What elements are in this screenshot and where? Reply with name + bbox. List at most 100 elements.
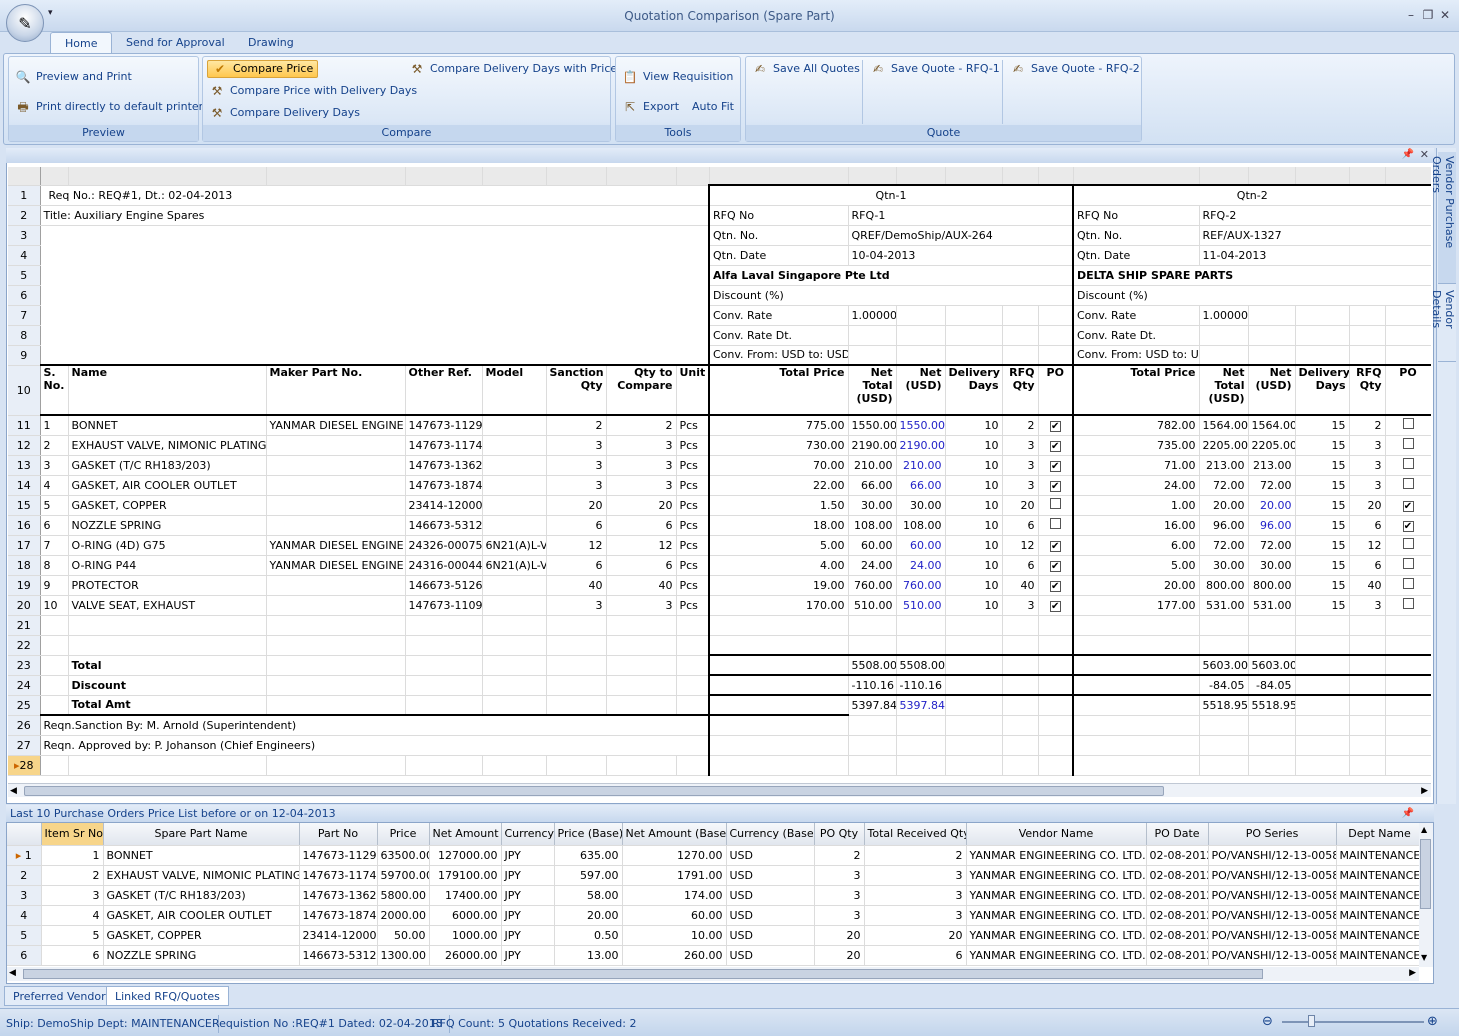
total-price[interactable]: 18.00: [708, 515, 849, 536]
row-header[interactable]: 12: [8, 435, 41, 456]
net-total[interactable]: 510.00: [848, 595, 897, 616]
po-cell[interactable]: USD: [726, 885, 815, 906]
cell[interactable]: [1002, 715, 1039, 736]
qtn1-vendor[interactable]: Alfa Laval Singapore Pte Ltd: [708, 265, 1074, 286]
cell[interactable]: [848, 325, 897, 346]
checkbox[interactable]: ✔: [1049, 460, 1061, 472]
po-cell[interactable]: 63500.00: [377, 845, 430, 866]
po-cell[interactable]: GASKET (T/C RH183/203): [103, 885, 300, 906]
po-cell[interactable]: MAINTENANCE: [1336, 845, 1419, 866]
rfq-qty[interactable]: 3: [1349, 475, 1386, 496]
qtn1-conv-rate[interactable]: 1.000000: [848, 305, 897, 326]
column-header[interactable]: [676, 167, 710, 186]
cell[interactable]: [482, 655, 547, 676]
item-unit[interactable]: Pcs: [676, 414, 710, 436]
cell[interactable]: [546, 615, 607, 636]
row-header[interactable]: 3: [7, 885, 42, 906]
po-checkbox[interactable]: [1385, 435, 1431, 456]
item-sanction-qty[interactable]: 3: [546, 435, 607, 456]
row-header[interactable]: 1: [8, 185, 41, 206]
item-unit[interactable]: Pcs: [676, 435, 710, 456]
po-cell[interactable]: 59700.00: [377, 865, 430, 886]
item-other-ref[interactable]: 147673-11090: [405, 595, 483, 616]
zoom-in-icon[interactable]: ⊕: [1427, 1014, 1438, 1029]
column-header[interactable]: [68, 167, 267, 186]
application-menu-button[interactable]: ✎: [6, 4, 44, 42]
net-usd[interactable]: 30.00: [1248, 555, 1296, 576]
qtn-no-label[interactable]: Qtn. No.: [708, 225, 849, 246]
cell[interactable]: [1038, 735, 1074, 756]
cell[interactable]: [266, 635, 406, 656]
po-checkbox[interactable]: [1385, 455, 1431, 476]
cell[interactable]: [1072, 755, 1200, 776]
total-price[interactable]: 6.00: [1072, 535, 1200, 556]
item-qty[interactable]: 12: [606, 535, 677, 556]
po-cell[interactable]: 5800.00: [377, 885, 430, 906]
cell[interactable]: [1349, 345, 1386, 366]
total-value[interactable]: -84.05: [1199, 674, 1249, 696]
export-button[interactable]: ⇱ Export: [622, 98, 679, 116]
cell[interactable]: [1295, 755, 1350, 776]
qtn2-date[interactable]: 11-04-2013: [1199, 245, 1431, 266]
item-maker[interactable]: [266, 515, 406, 536]
column-header[interactable]: [546, 167, 607, 186]
cell[interactable]: [482, 615, 547, 636]
cell[interactable]: [606, 755, 677, 776]
po-cell[interactable]: 3: [864, 865, 967, 886]
cell[interactable]: [1349, 635, 1386, 656]
row-header[interactable]: 10: [8, 365, 41, 416]
cell[interactable]: [405, 755, 483, 776]
col-po[interactable]: PO: [1385, 364, 1431, 416]
po-cell[interactable]: 127000.00: [429, 845, 502, 866]
cell[interactable]: [1002, 615, 1039, 636]
item-sno[interactable]: 4: [40, 475, 69, 496]
item-sno[interactable]: 1: [40, 414, 69, 436]
item-other-ref[interactable]: 147673-11740: [405, 435, 483, 456]
cell[interactable]: [1072, 674, 1200, 696]
rfq-qty[interactable]: 6: [1002, 555, 1039, 576]
item-model[interactable]: [482, 414, 547, 436]
cell[interactable]: [266, 675, 406, 696]
col-net-usd[interactable]: Net (USD): [896, 364, 946, 416]
cell[interactable]: [708, 694, 849, 716]
po-column-header[interactable]: Total Received Qty: [864, 823, 967, 846]
preview-print-button[interactable]: 🔍 Preview and Print: [15, 68, 132, 86]
po-checkbox[interactable]: [1385, 555, 1431, 576]
cell[interactable]: [1038, 325, 1074, 346]
cell[interactable]: [1038, 305, 1074, 326]
total-price[interactable]: 5.00: [1072, 555, 1200, 576]
cell[interactable]: [68, 635, 267, 656]
item-qty[interactable]: 20: [606, 495, 677, 516]
po-cell[interactable]: JPY: [501, 945, 555, 966]
corner-cell[interactable]: [8, 167, 41, 186]
po-cell[interactable]: 597.00: [554, 865, 623, 886]
item-unit[interactable]: Pcs: [676, 495, 710, 516]
cell[interactable]: [1199, 635, 1249, 656]
cell[interactable]: [676, 755, 710, 776]
cell[interactable]: [546, 635, 607, 656]
conv-rate-label[interactable]: Conv. Rate: [708, 305, 849, 326]
cell[interactable]: [848, 635, 897, 656]
rfq-no-label[interactable]: RFQ No: [1072, 205, 1200, 226]
rfq2-no[interactable]: RFQ-2: [1199, 205, 1431, 226]
cell[interactable]: [1385, 654, 1431, 676]
item-sno[interactable]: 5: [40, 495, 69, 516]
rfq-qty[interactable]: 20: [1002, 495, 1039, 516]
checkbox[interactable]: [1402, 578, 1414, 589]
net-total[interactable]: 210.00: [848, 455, 897, 476]
row-header[interactable]: 20: [8, 595, 41, 616]
rfq-qty[interactable]: 40: [1349, 575, 1386, 596]
column-header[interactable]: [266, 167, 406, 186]
po-cell[interactable]: 174.00: [622, 885, 727, 906]
po-cell[interactable]: JPY: [501, 905, 555, 926]
item-maker[interactable]: [266, 575, 406, 596]
delivery-days[interactable]: 15: [1295, 475, 1350, 496]
cell[interactable]: [1248, 715, 1296, 736]
cell[interactable]: [945, 325, 1003, 346]
cell[interactable]: [1072, 735, 1200, 756]
total-value[interactable]: 5603.00: [1199, 654, 1249, 676]
item-other-ref[interactable]: 147673-13620: [405, 455, 483, 476]
total-label[interactable]: Total Amt: [68, 695, 267, 716]
po-cell[interactable]: EXHAUST VALVE, NIMONIC PLATING: [103, 865, 300, 886]
item-other-ref[interactable]: 24316-000440: [405, 555, 483, 576]
